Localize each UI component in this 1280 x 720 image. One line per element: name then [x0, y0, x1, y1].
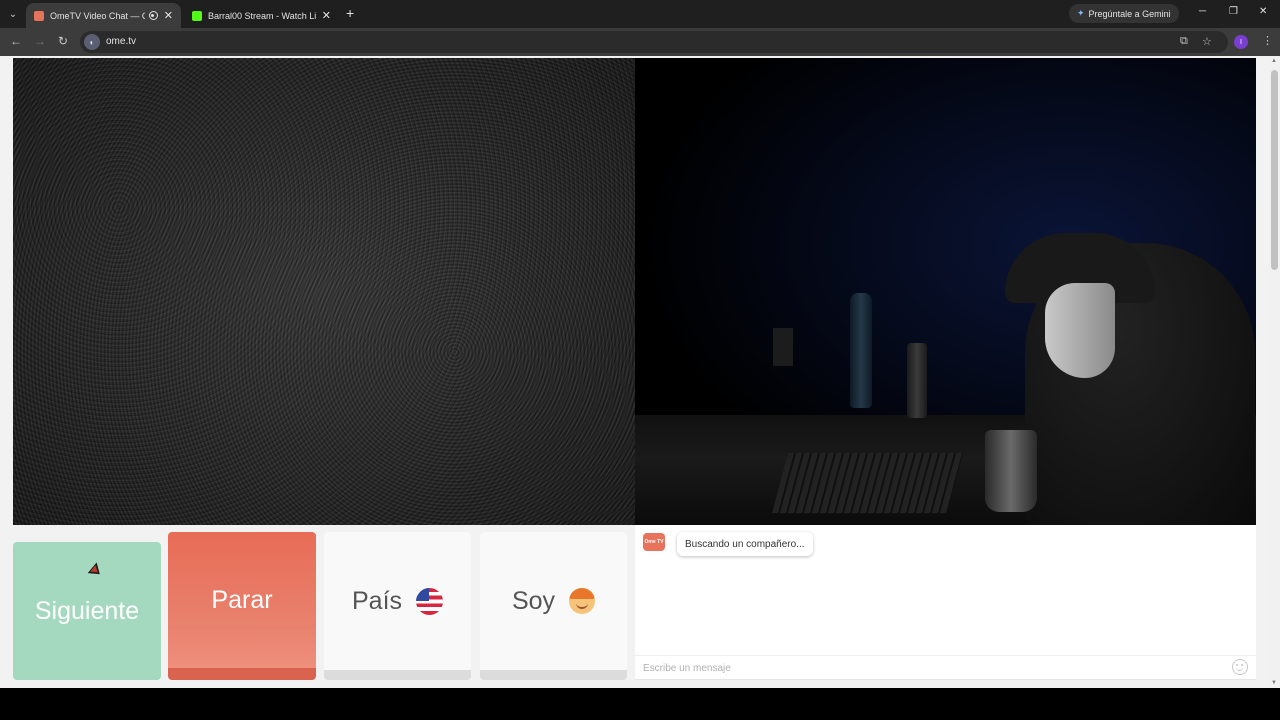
mate-cup [985, 430, 1037, 512]
ometv-page: Siguiente Parar País Soy Ome TV Buscando… [0, 56, 1280, 688]
bookmark-star-icon[interactable]: ☆ [1202, 35, 1212, 48]
partner-video-static [13, 58, 635, 525]
gemini-sparkle-icon: ✦ [1077, 8, 1085, 18]
ometv-logo: Ome TV [643, 533, 665, 551]
forward-icon[interactable]: → [34, 34, 46, 48]
stop-button[interactable]: Parar [168, 532, 316, 680]
close-tab-icon[interactable]: ✕ [164, 9, 173, 22]
country-button[interactable]: País [324, 532, 471, 680]
emoji-icon[interactable] [1232, 659, 1248, 675]
boy-face-icon [569, 588, 596, 614]
next-label: Siguiente [34, 596, 140, 625]
chat-input-row [635, 655, 1256, 679]
recording-icon [148, 11, 158, 20]
us-flag-icon [416, 587, 444, 615]
site-info-icon[interactable]: ◐ [84, 34, 100, 50]
self-camera-video [635, 58, 1256, 525]
bottle [907, 343, 927, 418]
close-window-icon[interactable]: ✕ [1259, 6, 1267, 17]
restore-icon[interactable]: ❐ [1229, 6, 1238, 17]
country-label: País [351, 586, 403, 615]
scroll-down-icon[interactable]: ▼ [1271, 680, 1277, 686]
menu-dots-icon[interactable]: ⋮ [1262, 34, 1273, 47]
new-tab-button[interactable]: + [346, 6, 354, 20]
keyboard [771, 453, 964, 513]
install-app-icon[interactable]: ⧉ [1180, 35, 1188, 48]
kick-favicon-icon [192, 10, 202, 21]
back-icon[interactable]: ← [10, 34, 22, 48]
address-bar[interactable] [80, 31, 1228, 53]
chat-message-input[interactable] [643, 659, 1223, 677]
minimize-icon[interactable]: ─ [1199, 6, 1206, 17]
gender-button[interactable]: Soy [480, 532, 627, 680]
tab-strip: ⌄ OmeTV Video Chat — Ome ✕ Barral00 Stre… [0, 0, 1280, 28]
profile-avatar[interactable]: I [1234, 35, 1248, 49]
gemini-button[interactable]: ✦ Pregúntale a Gemini [1069, 4, 1179, 23]
gender-label: Soy [511, 586, 556, 615]
scrollbar-thumb[interactable] [1271, 70, 1278, 270]
url-text[interactable]: ome.tv [106, 36, 136, 47]
gemini-label: Pregúntale a Gemini [1088, 8, 1171, 19]
reload-icon[interactable]: ↻ [58, 34, 68, 48]
bottle [850, 293, 872, 408]
chat-panel: Ome TV Buscando un compañero... [635, 525, 1256, 680]
face [1045, 283, 1115, 378]
tab-title: OmeTV Video Chat — Ome [50, 10, 145, 21]
close-tab-icon[interactable]: ✕ [322, 9, 331, 22]
tab-ometv[interactable]: OmeTV Video Chat — Ome ✕ [26, 3, 181, 28]
next-button[interactable]: Siguiente [13, 542, 161, 680]
speaker [773, 328, 793, 366]
ometv-favicon-icon [34, 10, 44, 21]
stop-label: Parar [211, 585, 273, 614]
chat-status-message: Buscando un compañero... [677, 532, 813, 556]
browser-toolbar: ← → ↻ ◐ ome.tv ⧉ ☆ I ⋮ [0, 28, 1280, 56]
scroll-up-icon[interactable]: ▲ [1271, 58, 1277, 64]
tab-search-chevron-icon[interactable]: ⌄ [4, 5, 22, 23]
page-scrollbar[interactable]: ▲ ▼ [1269, 56, 1280, 688]
tab-title: Barral00 Stream - Watch Live o [208, 10, 316, 21]
tab-barral-stream[interactable]: Barral00 Stream - Watch Live o ✕ [184, 3, 339, 28]
